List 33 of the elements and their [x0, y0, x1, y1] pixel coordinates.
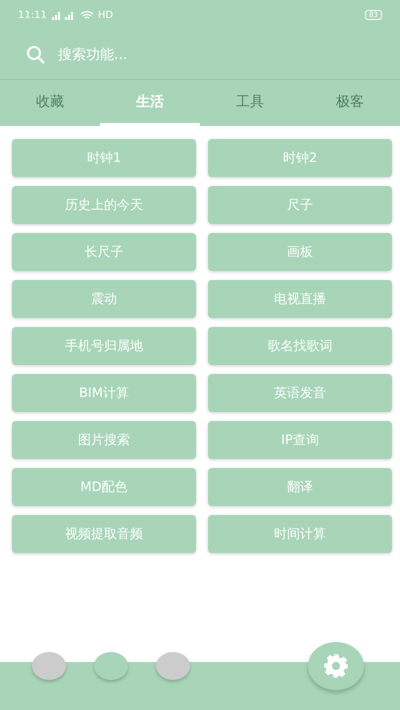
function-button[interactable]: 歌名找歌词	[208, 327, 392, 365]
network-label: HD	[98, 10, 114, 20]
tab[interactable]: 极客	[300, 80, 400, 126]
function-button[interactable]: 手机号归属地	[12, 327, 196, 365]
function-button[interactable]: 时钟1	[12, 139, 196, 177]
page-dot[interactable]	[32, 652, 66, 680]
function-button[interactable]: 历史上的今天	[12, 186, 196, 224]
function-button[interactable]: 画板	[208, 233, 392, 271]
page-dot[interactable]	[156, 652, 190, 680]
function-button[interactable]: 电视直播	[208, 280, 392, 318]
function-button[interactable]: 图片搜索	[12, 421, 196, 459]
settings-icon	[322, 652, 350, 680]
function-button[interactable]: MD配色	[12, 468, 196, 506]
function-button[interactable]: 英语发音	[208, 374, 392, 412]
function-button[interactable]: 长尺子	[12, 233, 196, 271]
function-button[interactable]: 时间计算	[208, 515, 392, 553]
status-time: 11:11	[18, 10, 47, 20]
tab[interactable]: 收藏	[0, 80, 100, 126]
function-button[interactable]: 尺子	[208, 186, 392, 224]
search-field[interactable]: 搜索功能...	[56, 46, 374, 64]
signal-icon	[52, 10, 76, 20]
function-button[interactable]: BIM计算	[12, 374, 196, 412]
wifi-icon	[80, 10, 93, 20]
settings-button[interactable]	[308, 642, 364, 690]
function-button[interactable]: 翻译	[208, 468, 392, 506]
function-button[interactable]: 震动	[12, 280, 196, 318]
tab[interactable]: 生活	[100, 80, 200, 126]
function-button[interactable]: IP查询	[208, 421, 392, 459]
search-icon	[26, 44, 46, 64]
page-dot[interactable]	[94, 652, 128, 680]
function-button[interactable]: 视频提取音频	[12, 515, 196, 553]
tab[interactable]: 工具	[200, 80, 300, 126]
function-button[interactable]: 时钟2	[208, 139, 392, 177]
